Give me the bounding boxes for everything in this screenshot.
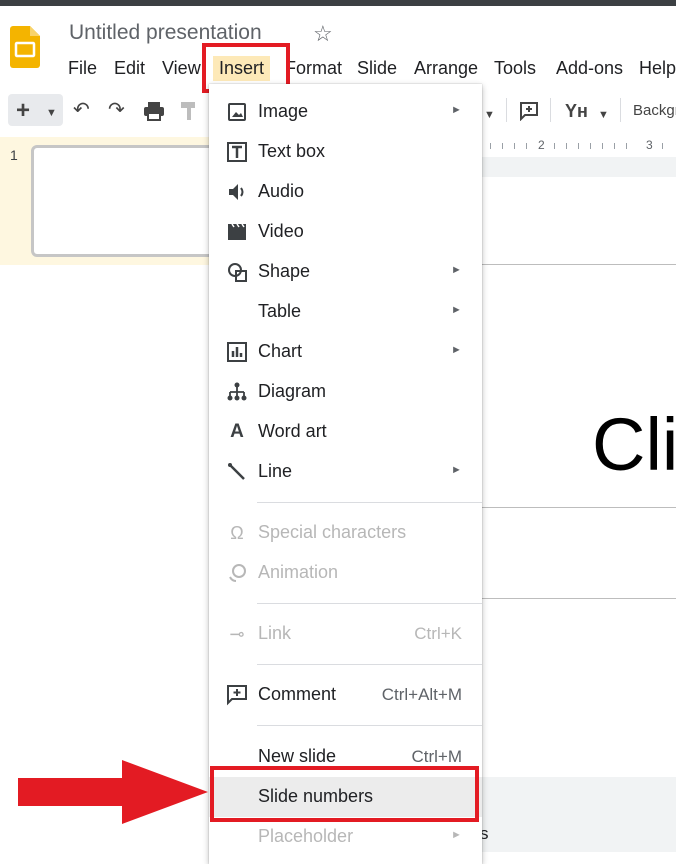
menu-item-label: Placeholder bbox=[258, 826, 354, 846]
menu-slide[interactable]: Slide bbox=[357, 58, 397, 79]
placeholder-border bbox=[482, 507, 676, 508]
paint-format-icon[interactable] bbox=[180, 101, 198, 121]
menu-arrange[interactable]: Arrange bbox=[414, 58, 478, 79]
add-comment-icon[interactable] bbox=[519, 101, 539, 121]
menu-item-audio[interactable]: Audio bbox=[209, 172, 482, 212]
menu-item-image[interactable]: Image ► bbox=[209, 92, 482, 132]
slide-numbers-highlight-box bbox=[210, 766, 479, 822]
animation-icon bbox=[229, 564, 246, 582]
submenu-arrow-icon: ► bbox=[451, 304, 462, 316]
menu-item-shape[interactable]: Shape ► bbox=[209, 252, 482, 292]
menu-item-text-box[interactable]: Text box bbox=[209, 132, 482, 172]
menu-tools[interactable]: Tools bbox=[494, 58, 536, 79]
print-icon[interactable] bbox=[143, 101, 165, 121]
placeholder-border bbox=[482, 598, 676, 599]
menu-item-shortcut: Ctrl+Alt+M bbox=[381, 685, 462, 704]
menu-item-comment[interactable]: Comment Ctrl+Alt+M bbox=[209, 675, 482, 715]
menu-item-label: Comment bbox=[258, 684, 337, 704]
menu-edit[interactable]: Edit bbox=[114, 58, 145, 79]
menu-item-placeholder[interactable]: Placeholder ► bbox=[209, 817, 482, 857]
menu-help[interactable]: Help bbox=[639, 58, 676, 79]
shape-icon bbox=[228, 263, 247, 282]
menu-item-video[interactable]: Video bbox=[209, 212, 482, 252]
document-title[interactable]: Untitled presentation bbox=[69, 21, 262, 45]
menu-item-shortcut: Ctrl+K bbox=[414, 624, 462, 643]
menu-item-chart[interactable]: Chart ► bbox=[209, 332, 482, 372]
toolbar-divider bbox=[550, 98, 551, 122]
menu-item-label: Table bbox=[258, 301, 302, 321]
menu-item-label: Diagram bbox=[258, 381, 327, 401]
submenu-arrow-icon: ► bbox=[451, 829, 462, 841]
background-button[interactable]: Backgr bbox=[633, 102, 676, 119]
omega-icon: Ω bbox=[230, 523, 244, 543]
menu-file[interactable]: File bbox=[68, 58, 97, 79]
line-icon bbox=[228, 463, 245, 480]
menu-item-table[interactable]: Table ► bbox=[209, 292, 482, 332]
input-tools-icon[interactable]: Yʜ bbox=[565, 101, 588, 121]
menu-item-link[interactable]: ⊸ Link Ctrl+K bbox=[209, 614, 482, 654]
diagram-icon bbox=[227, 382, 247, 401]
audio-icon bbox=[229, 184, 244, 200]
menu-item-label: Text box bbox=[258, 141, 326, 161]
video-icon bbox=[228, 223, 246, 240]
menu-item-label: Video bbox=[258, 221, 304, 241]
menu-bar: File Edit View Insert Format Slide Arran… bbox=[0, 54, 676, 82]
slide-number: 1 bbox=[10, 147, 18, 163]
redo-icon[interactable]: ↷ bbox=[108, 100, 125, 120]
menu-item-word-art[interactable]: A Word art bbox=[209, 412, 482, 452]
menu-item-diagram[interactable]: Diagram bbox=[209, 372, 482, 412]
horizontal-ruler: 2 3 bbox=[482, 136, 676, 156]
menu-item-label: Audio bbox=[258, 181, 305, 201]
menu-item-label: Chart bbox=[258, 341, 303, 361]
window-top-bar bbox=[0, 0, 676, 6]
slide-thumbnail[interactable] bbox=[31, 145, 221, 257]
input-tools-dropdown-icon[interactable]: ▼ bbox=[598, 105, 609, 125]
image-icon bbox=[228, 103, 246, 121]
menu-item-label: Shape bbox=[258, 261, 311, 281]
undo-icon[interactable]: ↶ bbox=[73, 100, 90, 120]
menu-item-label: Animation bbox=[258, 562, 339, 582]
menu-view[interactable]: View bbox=[162, 58, 201, 79]
menu-item-label: New slide bbox=[258, 746, 337, 766]
slide-title-placeholder[interactable]: Cli bbox=[592, 405, 676, 485]
dropdown-arrow-icon[interactable]: ▼ bbox=[46, 103, 57, 123]
toolbar-divider bbox=[620, 98, 621, 122]
zoom-dropdown-arrow-icon[interactable]: ▼ bbox=[484, 105, 495, 125]
menu-format[interactable]: Format bbox=[285, 58, 342, 79]
menu-item-label: Special characters bbox=[258, 522, 407, 542]
placeholder-border bbox=[482, 264, 676, 265]
submenu-arrow-icon: ► bbox=[451, 264, 462, 276]
menu-divider bbox=[257, 603, 482, 604]
menu-item-special-characters[interactable]: Ω Special characters bbox=[209, 513, 482, 553]
menu-item-label: Image bbox=[258, 101, 309, 121]
toolbar-divider bbox=[506, 98, 507, 122]
comment-icon bbox=[227, 685, 247, 706]
submenu-arrow-icon: ► bbox=[451, 104, 462, 116]
menu-addons[interactable]: Add-ons bbox=[556, 58, 623, 79]
link-icon: ⊸ bbox=[229, 624, 245, 644]
menu-item-label: Line bbox=[258, 461, 293, 481]
menu-divider bbox=[257, 664, 482, 665]
plus-icon[interactable]: + bbox=[16, 99, 30, 123]
menu-item-label: Word art bbox=[258, 421, 327, 441]
menu-item-shortcut: Ctrl+M bbox=[411, 747, 462, 766]
ruler-label: 2 bbox=[538, 138, 545, 152]
submenu-arrow-icon: ► bbox=[451, 464, 462, 476]
chart-icon bbox=[227, 342, 247, 362]
insert-menu-dropdown: Image ► Text box Audio Video Shape ► Tab… bbox=[209, 84, 482, 864]
ruler-label: 3 bbox=[646, 138, 653, 152]
menu-item-line[interactable]: Line ► bbox=[209, 452, 482, 492]
menu-item-label: Link bbox=[258, 623, 292, 643]
menu-divider bbox=[257, 725, 482, 726]
word-art-icon: A bbox=[230, 421, 244, 442]
menu-item-animation[interactable]: Animation bbox=[209, 553, 482, 593]
menu-divider bbox=[257, 502, 482, 503]
red-arrow-annotation bbox=[18, 760, 208, 824]
star-icon[interactable]: ☆ bbox=[313, 23, 333, 45]
submenu-arrow-icon: ► bbox=[451, 344, 462, 356]
text-box-icon bbox=[227, 142, 247, 162]
